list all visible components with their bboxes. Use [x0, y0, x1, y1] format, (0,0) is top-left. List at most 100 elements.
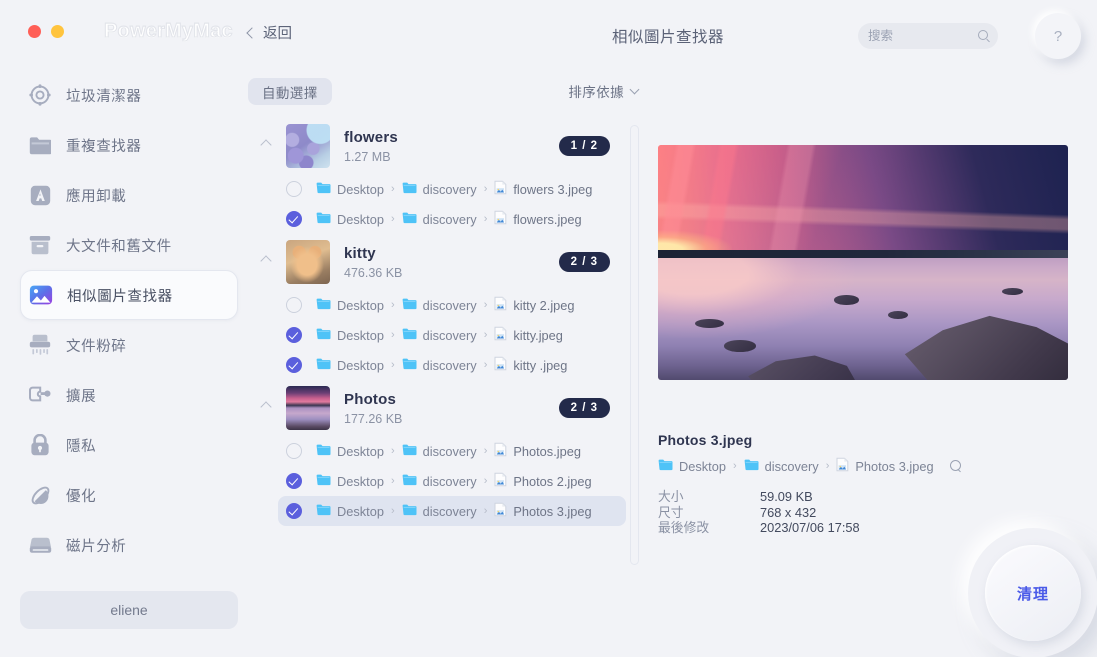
path-separator: › [483, 183, 488, 195]
file-row[interactable]: Desktop › discovery › Photos.jpeg [278, 436, 626, 466]
sidebar-user-button[interactable]: eliene [20, 591, 238, 629]
file-row[interactable]: Desktop › discovery › kitty 2.jpeg [278, 290, 626, 320]
sidebar-item-label: 隱私 [66, 438, 97, 455]
metadata-key: 大小 [658, 489, 684, 504]
file-checkbox[interactable] [286, 503, 302, 519]
path-separator: › [390, 213, 395, 225]
image-file-icon [494, 502, 507, 520]
search-box[interactable] [858, 23, 998, 49]
duplicate-groups-list[interactable]: flowers 1.27 MB 1 / 2 Desktop › discovery › flo… [248, 118, 628, 568]
path-separator: › [390, 359, 395, 371]
extension-plug-icon [28, 383, 52, 407]
sidebar-item-2[interactable]: 應用卸載 [20, 170, 238, 220]
path-separator: › [390, 329, 395, 341]
sidebar-item-4[interactable]: 相似圖片查找器 [20, 270, 238, 320]
folder-icon [402, 327, 417, 343]
path-segment-2: discovery [422, 211, 477, 227]
file-name: Photos 2.jpeg [513, 473, 592, 489]
sidebar-item-0[interactable]: 垃圾清潔器 [20, 70, 238, 120]
folder-icon [402, 211, 417, 227]
sidebar-item-7[interactable]: 隱私 [20, 420, 238, 470]
sidebar-item-6[interactable]: 擴展 [20, 370, 238, 420]
sidebar-item-label: 相似圖片查找器 [67, 288, 173, 305]
folder-icon [316, 297, 331, 313]
duplicate-group: Photos 177.26 KB 2 / 3 Desktop › discovery › Ph… [248, 380, 628, 526]
file-name: kitty .jpeg [513, 357, 568, 373]
file-path-breadcrumb: Desktop › discovery › flowers.jpeg [316, 210, 582, 228]
path-segment-1: Desktop [337, 443, 384, 459]
path-segment-1: Desktop [337, 503, 384, 519]
file-row[interactable]: Desktop › discovery › flowers 3.jpeg [278, 174, 626, 204]
file-path-breadcrumb: Desktop › discovery › Photos 2.jpeg [316, 472, 592, 490]
path-segment-2: discovery [422, 327, 477, 343]
folder-icon [402, 503, 417, 519]
search-icon [978, 30, 990, 42]
file-checkbox[interactable] [286, 327, 302, 343]
group-header[interactable]: Photos 177.26 KB 2 / 3 [248, 380, 628, 436]
group-meta: flowers 1.27 MB [344, 129, 398, 164]
sidebar-item-3[interactable]: 大文件和舊文件 [20, 220, 238, 270]
file-checkbox[interactable] [286, 297, 302, 313]
group-count-badge: 2 / 3 [558, 252, 610, 272]
sidebar-item-label: 磁片分析 [66, 538, 127, 555]
chevron-left-icon [246, 26, 258, 39]
sidebar-item-label: 擴展 [66, 388, 97, 405]
collapse-chevron-icon[interactable] [262, 256, 273, 263]
collapse-chevron-icon[interactable] [262, 140, 273, 147]
sort-by-dropdown[interactable]: 排序依據 [568, 81, 640, 101]
metadata-value: 2023/07/06 17:58 [760, 520, 860, 535]
file-row[interactable]: Desktop › discovery › kitty.jpeg [278, 320, 626, 350]
clean-button[interactable]: 清理 [968, 528, 1097, 657]
sidebar-item-5[interactable]: 文件粉碎 [20, 320, 238, 370]
group-thumbnail [286, 124, 330, 168]
sidebar-item-label: 優化 [66, 488, 97, 505]
collapse-chevron-icon[interactable] [262, 402, 273, 409]
folder-icon [402, 181, 417, 197]
help-button[interactable]: ? [1035, 13, 1081, 59]
path-separator: › [483, 445, 488, 457]
file-checkbox[interactable] [286, 211, 302, 227]
close-window-button[interactable] [28, 25, 41, 38]
image-file-icon [494, 326, 507, 344]
file-checkbox[interactable] [286, 181, 302, 197]
sidebar-item-9[interactable]: 磁片分析 [20, 520, 238, 570]
file-name: flowers 3.jpeg [513, 181, 593, 197]
path-segment-2: discovery [422, 297, 477, 313]
file-row[interactable]: Desktop › discovery › Photos 2.jpeg [278, 466, 626, 496]
metadata-key: 最後修改 [658, 520, 710, 535]
group-header[interactable]: kitty 476.36 KB 2 / 3 [248, 234, 628, 290]
back-button[interactable]: 返回 [246, 22, 292, 43]
sidebar-nav-list: 垃圾清潔器 重複查找器 應用卸載大文件和舊文件 相似圖片查找器文件粉碎擴展隱私優化磁片… [0, 70, 258, 570]
detail-metadata-list: 大小 59.09 KB 尺寸 768 x 432 最後修改 2023/07/06 17:5… [658, 489, 1078, 536]
preview-pebble [723, 340, 757, 352]
file-checkbox[interactable] [286, 357, 302, 373]
folder-icon [744, 458, 759, 474]
file-row[interactable]: Desktop › discovery › flowers.jpeg [278, 204, 626, 234]
sidebar: 垃圾清潔器 重複查找器 應用卸載大文件和舊文件 相似圖片查找器文件粉碎擴展隱私優化磁片… [0, 70, 258, 657]
minimize-window-button[interactable] [51, 25, 64, 38]
file-path-breadcrumb: Desktop › discovery › Photos 3.jpeg [316, 502, 592, 520]
group-header[interactable]: flowers 1.27 MB 1 / 2 [248, 118, 628, 174]
metadata-key: 尺寸 [658, 504, 684, 520]
disk-icon [28, 533, 52, 557]
file-row[interactable]: Desktop › discovery › kitty .jpeg [278, 350, 626, 380]
sidebar-item-1[interactable]: 重複查找器 [20, 120, 238, 170]
path-segment-2: discovery [422, 357, 477, 373]
detail-file-name: Photos 3.jpeg [658, 432, 753, 448]
reveal-in-finder-icon[interactable] [949, 460, 962, 472]
group-thumbnail [286, 240, 330, 284]
file-row[interactable]: Desktop › discovery › Photos 3.jpeg [278, 496, 626, 526]
auto-select-button[interactable]: 自動選擇 [248, 78, 332, 105]
detail-path-segment-2: discovery [764, 458, 819, 474]
image-file-icon [494, 442, 507, 460]
preview-horizon [658, 249, 1068, 258]
sidebar-item-8[interactable]: 優化 [20, 470, 238, 520]
group-count-badge: 1 / 2 [558, 136, 610, 156]
sidebar-item-label: 大文件和舊文件 [66, 238, 172, 255]
file-checkbox[interactable] [286, 473, 302, 489]
group-size: 476.36 KB [344, 265, 403, 280]
list-scrollbar[interactable] [630, 125, 639, 565]
file-checkbox[interactable] [286, 443, 302, 459]
path-segment-1: Desktop [337, 357, 384, 373]
search-input[interactable] [868, 29, 978, 43]
